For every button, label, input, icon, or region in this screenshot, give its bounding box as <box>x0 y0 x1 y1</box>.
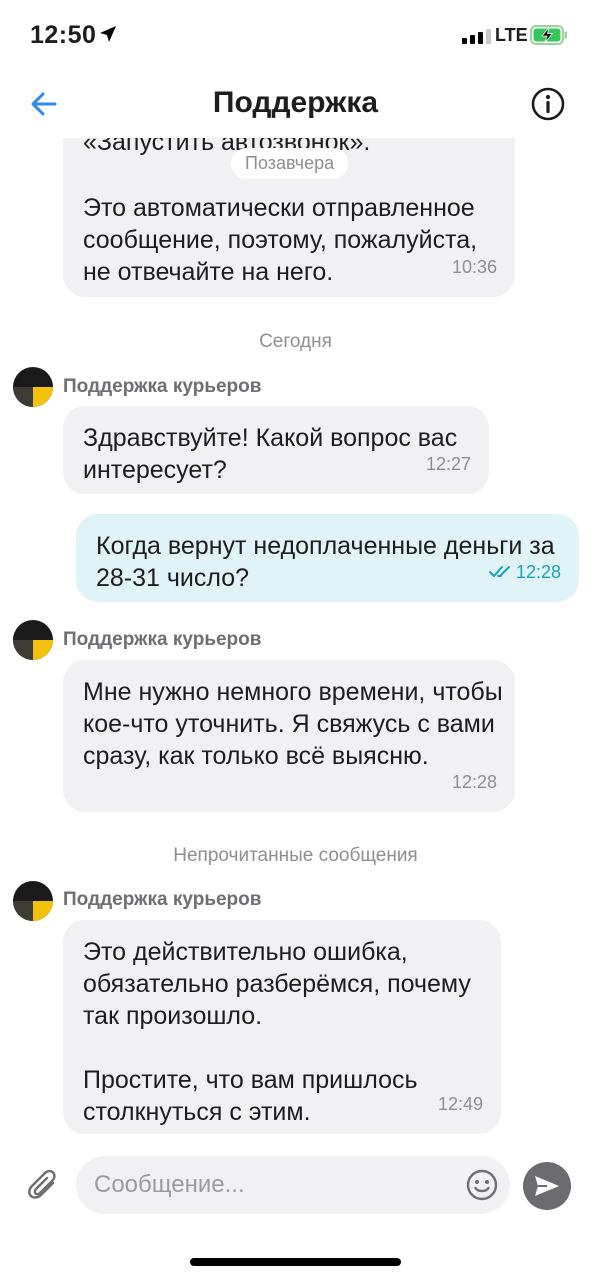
message-list[interactable]: «Запустить автозвонок». Это автоматическ… <box>0 138 591 1148</box>
info-icon[interactable] <box>530 86 566 122</box>
date-pill: Позавчера <box>231 148 349 179</box>
message-text: Мне нужно немного времени, чтобы кое-что… <box>83 678 503 770</box>
message-time: 12:28 <box>488 556 561 588</box>
location-arrow-icon <box>100 26 116 42</box>
avatar[interactable] <box>13 881 53 921</box>
send-arrow-icon <box>535 1176 559 1196</box>
unread-separator: Непрочитанные сообщения <box>173 845 418 866</box>
home-indicator[interactable] <box>190 1258 401 1266</box>
courier-support-logo-icon <box>13 881 53 921</box>
network-type: LTE <box>495 25 528 45</box>
message-time: 12:49 <box>437 1094 483 1114</box>
avatar[interactable] <box>13 620 53 660</box>
battery-charging-icon <box>530 25 567 45</box>
chat-header: Поддержка <box>0 72 591 138</box>
message-time: 10:36 <box>451 257 497 277</box>
sender-name: Поддержка курьеров <box>63 376 262 397</box>
sender-name: Поддержка курьеров <box>63 889 262 910</box>
double-check-icon <box>488 566 510 577</box>
message-bubble: Мне нужно немного времени, чтобы кое-что… <box>63 660 515 812</box>
message-input[interactable] <box>94 1156 464 1214</box>
signal-strength-icon <box>462 28 491 44</box>
smiley-icon[interactable] <box>464 1167 500 1203</box>
date-separator: Сегодня <box>259 331 332 352</box>
status-bar: 12:50 LTE <box>0 0 591 72</box>
message-bubble: Это действительно ошибка, обязательно ра… <box>63 920 501 1134</box>
paperclip-icon[interactable] <box>26 1168 62 1204</box>
message-input-wrapper <box>76 1156 510 1214</box>
sender-name: Поддержка курьеров <box>63 629 262 650</box>
message-bubble: Здравствуйте! Какой вопрос вас интересуе… <box>63 406 489 494</box>
courier-support-logo-icon <box>13 620 53 660</box>
message-text: Здравствуйте! Какой вопрос вас интересуе… <box>83 424 458 484</box>
message-text: Это действительно ошибка, обязательно ра… <box>83 938 471 1126</box>
message-time: 12:28 <box>451 772 497 792</box>
message-text: Это автоматически отправленное сообщение… <box>83 194 478 286</box>
courier-support-logo-icon <box>13 367 53 407</box>
message-time-label: 12:28 <box>515 562 561 582</box>
message-bubble-outgoing: Когда вернут недоплаченные деньги за 28-… <box>76 514 579 602</box>
status-time: 12:50 <box>30 21 97 49</box>
page-title: Поддержка <box>212 86 379 119</box>
message-time: 12:27 <box>425 454 471 474</box>
avatar[interactable] <box>13 367 53 407</box>
chat-screen: 12:50 LTE Поддержка «Запустить автозвоно… <box>0 0 591 1280</box>
message-composer <box>0 1148 591 1228</box>
send-button[interactable] <box>523 1162 571 1210</box>
